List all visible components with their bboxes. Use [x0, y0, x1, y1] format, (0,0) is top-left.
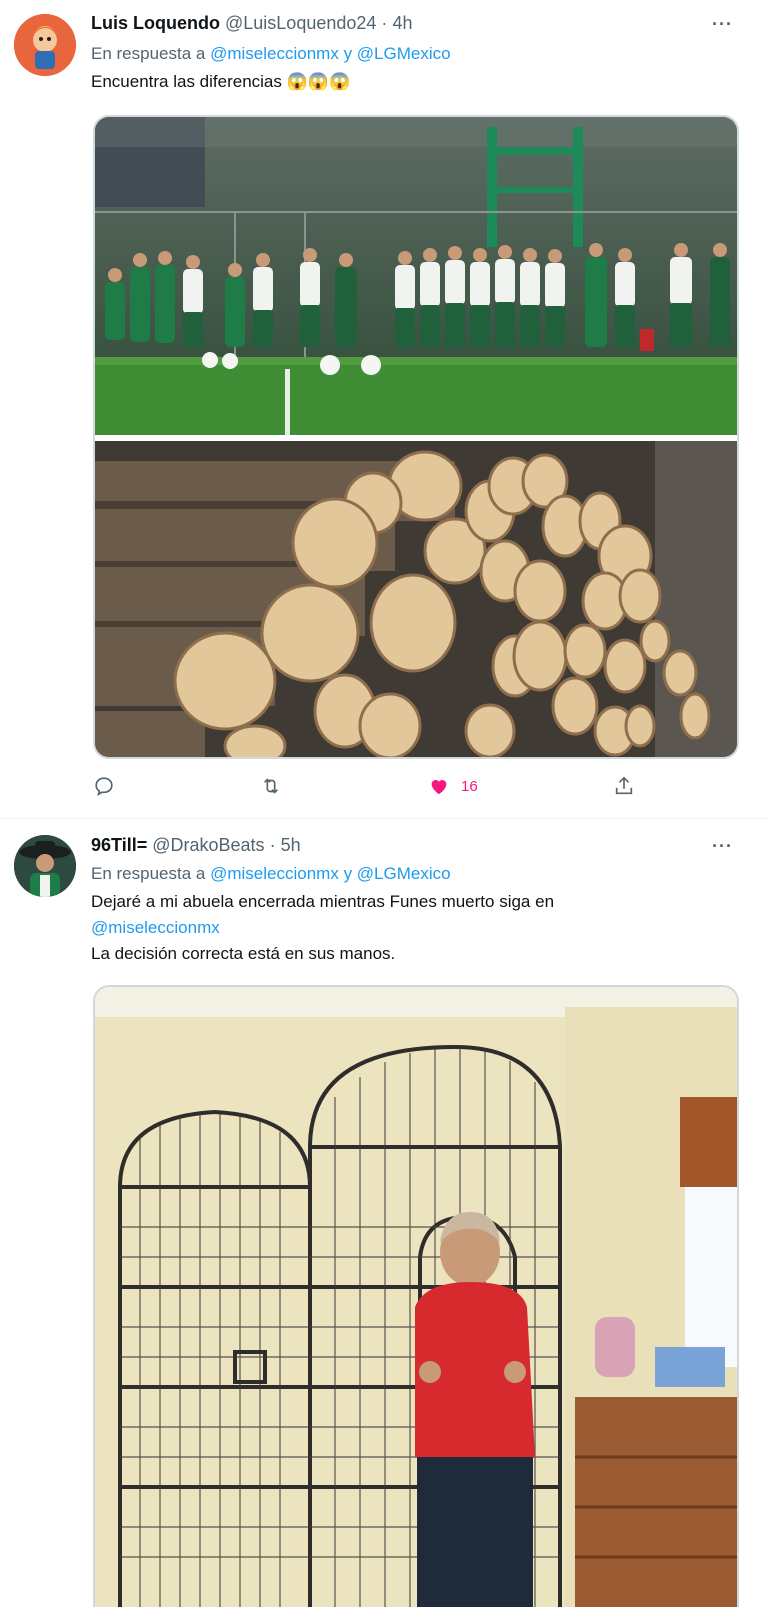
reply-icon: [95, 777, 113, 796]
avatar[interactable]: [14, 14, 76, 76]
retweet-button[interactable]: [259, 775, 283, 797]
tweet-header: 96Till= @DrakoBeats · 5h: [91, 835, 301, 856]
mention-link[interactable]: @miseleccionmx: [91, 918, 220, 938]
tweet-media[interactable]: [93, 985, 739, 1607]
mariachi-avatar-icon: [14, 835, 76, 897]
like-icon: [431, 780, 447, 795]
reply-context: En respuesta a @miseleccionmx y @LGMexic…: [91, 44, 451, 64]
retweet-icon: [263, 778, 279, 794]
football-training-photo[interactable]: [95, 117, 737, 435]
logs-pile-photo[interactable]: [95, 441, 737, 757]
cartoon-avatar-icon: [14, 14, 76, 76]
more-icon[interactable]: ···: [712, 14, 733, 35]
like-button[interactable]: 16: [427, 775, 478, 797]
reply-prefix: En respuesta a: [91, 864, 206, 883]
reply-context: En respuesta a @miseleccionmx y @LGMexic…: [91, 864, 451, 884]
like-count: 16: [461, 777, 478, 795]
mention-link[interactable]: @LGMexico: [357, 44, 451, 63]
reply-conjunction: y: [343, 44, 353, 63]
separator-dot: ·: [269, 835, 276, 855]
mention-link[interactable]: @miseleccionmx: [210, 864, 339, 883]
author-name[interactable]: Luis Loquendo: [91, 13, 220, 33]
tweet-media[interactable]: [93, 115, 739, 759]
tweet[interactable]: 96Till= @DrakoBeats · 5h ··· En respuest…: [0, 819, 768, 1607]
tweet-text-line: La decisión correcta está en sus manos.: [91, 944, 396, 963]
author-handle[interactable]: @LuisLoquendo24: [225, 13, 376, 33]
reply-conjunction: y: [343, 864, 353, 883]
mention-link[interactable]: @LGMexico: [357, 864, 451, 883]
mention-link[interactable]: @miseleccionmx: [210, 44, 339, 63]
separator-dot: ·: [381, 13, 388, 33]
tweet-text-line: Dejaré a mi abuela encerrada mientras Fu…: [91, 892, 555, 911]
author-name[interactable]: 96Till=: [91, 835, 147, 855]
tweet-header: Luis Loquendo @LuisLoquendo24 · 4h: [91, 13, 412, 34]
tweet-actions: 16: [91, 775, 651, 805]
timestamp[interactable]: 4h: [392, 13, 412, 33]
caged-grandmother-photo[interactable]: [95, 987, 737, 1607]
emoji-group: 😱😱😱: [286, 72, 351, 91]
share-icon: [615, 776, 633, 795]
author-handle[interactable]: @DrakoBeats: [152, 835, 264, 855]
tweet[interactable]: Luis Loquendo @LuisLoquendo24 · 4h ··· E…: [0, 0, 768, 818]
reply-button[interactable]: [93, 775, 115, 797]
tweet-text: Encuentra las diferencias 😱😱😱: [91, 72, 350, 92]
timestamp[interactable]: 5h: [281, 835, 301, 855]
avatar[interactable]: [14, 835, 76, 897]
reply-prefix: En respuesta a: [91, 44, 206, 63]
tweet-text-line: Encuentra las diferencias: [91, 72, 282, 91]
more-icon[interactable]: ···: [712, 836, 733, 857]
share-button[interactable]: [613, 775, 635, 797]
